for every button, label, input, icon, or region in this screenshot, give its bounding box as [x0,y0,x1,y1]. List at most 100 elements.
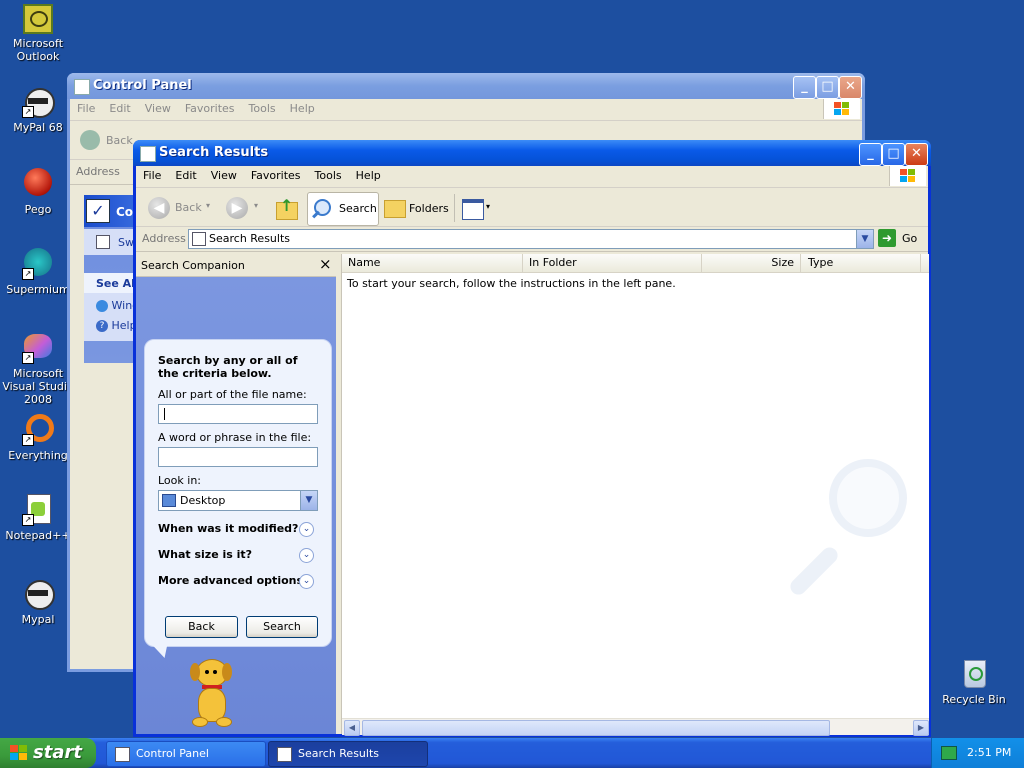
close-button[interactable]: ✕ [905,143,928,166]
menu-edit[interactable]: Edit [168,166,203,182]
desktop-icon-notepadpp[interactable]: ↗ Notepad++ [0,494,76,542]
taskbar-item-control-panel[interactable]: Control Panel [106,741,266,767]
results-pane[interactable]: Name In Folder Size Type D To start your… [341,254,929,736]
look-in-label: Look in: [158,474,201,487]
supermium-icon: ↗ [22,248,54,280]
option-date-modified[interactable]: When was it modified? ⌄ [158,522,318,538]
menu-tools[interactable]: Tools [308,166,349,182]
search-titlebar[interactable]: Search Results _ □ ✕ [133,140,931,166]
menu-favorites[interactable]: Favorites [178,99,242,115]
option-advanced[interactable]: More advanced options ⌄ [158,574,318,590]
close-button[interactable]: ✕ [839,76,862,99]
forward-button[interactable]: ▶ ▾ [224,196,264,220]
windows-logo [889,166,926,186]
column-size[interactable]: Size [702,254,801,272]
maximize-button[interactable]: □ [882,143,905,166]
control-panel-checkmark-icon: ✓ [86,199,110,223]
pego-icon [22,168,54,200]
menu-tools[interactable]: Tools [242,99,283,115]
desktop-icon-label: Everything [8,449,68,462]
go-button[interactable]: ➜ Go [878,229,922,247]
menu-view[interactable]: View [138,99,178,115]
desktop-icon-pego[interactable]: Pego [0,168,76,216]
scroll-thumb[interactable] [362,720,830,736]
switch-view-icon [96,235,110,249]
file-name-input[interactable] [158,404,318,424]
desktop-icon-label: Microsoft Outlook [12,37,64,63]
menu-file[interactable]: File [136,166,168,182]
maximize-button[interactable]: □ [816,76,839,99]
column-type[interactable]: Type [802,254,921,272]
look-in-select[interactable]: Desktop ▼ [158,490,318,511]
phrase-label: A word or phrase in the file: [158,431,312,444]
menu-view[interactable]: View [204,166,244,182]
windows-flag-icon [10,745,28,761]
desktop-icon-visual-studio[interactable]: ↗ Microsoft Visual Studio 2008 [0,332,76,406]
column-date[interactable]: D [922,254,929,272]
expand-chevron-icon: ⌄ [299,522,314,537]
search-toolbar-button[interactable]: Search [307,192,379,226]
desktop-icon-outlook[interactable]: Microsoft Outlook [0,4,76,63]
menu-file[interactable]: File [70,99,102,115]
desktop-icon-label: Pego [24,203,52,216]
companion-back-button[interactable]: Back [165,616,238,638]
clock[interactable]: 2:51 PM [967,746,1011,759]
look-in-dropdown-icon[interactable]: ▼ [300,491,317,510]
up-folder-button[interactable]: ↑ [274,196,298,220]
desktop-icon [162,494,176,507]
back-button[interactable]: ◀ Back ▾ [144,196,214,220]
horizontal-scrollbar[interactable]: ◀ ▶ [342,718,929,736]
back-button[interactable]: Back [106,134,133,147]
desktop-icon-everything[interactable]: ↗ Everything [0,414,76,462]
address-label: Address [76,165,120,178]
desktop-icon-label: Recycle Bin [942,693,1006,706]
mypal-icon [22,578,55,610]
back-icon [80,130,100,150]
windows-logo [823,99,860,119]
menu-favorites[interactable]: Favorites [244,166,308,182]
desktop-icon-label: MyPal 68 [13,121,63,134]
back-arrow-icon: ◀ [148,197,170,219]
menu-edit[interactable]: Edit [102,99,137,115]
results-column-header: Name In Folder Size Type D [342,254,929,273]
search-results-window-icon [140,146,156,162]
search-watermark-icon [784,459,907,609]
column-in-folder[interactable]: In Folder [523,254,702,272]
minimize-button[interactable]: _ [859,143,882,166]
start-button[interactable]: start [0,738,96,768]
search-companion-pane: Search by any or all of the criteria bel… [136,277,336,734]
desktop-icon-label: Notepad++ [5,529,71,542]
companion-close-icon[interactable]: × [319,255,332,273]
help-icon: ? [96,320,108,332]
visual-studio-icon: ↗ [22,332,54,364]
desktop-icon-supermium[interactable]: ↗ Supermium [0,248,76,296]
file-name-label: All or part of the file name: [158,388,307,401]
scroll-right-button[interactable]: ▶ [913,720,929,736]
control-panel-icon [74,79,90,95]
companion-search-button[interactable]: Search [246,616,318,638]
desktop-icon-mypal[interactable]: Mypal [0,578,76,626]
search-assistant-dog-icon[interactable] [188,657,244,733]
control-panel-titlebar[interactable]: Control Panel _ □ ✕ [67,73,865,99]
back-dropdown-icon: ▾ [206,201,211,210]
desktop-icon-recycle-bin[interactable]: Recycle Bin [936,658,1012,706]
menu-help[interactable]: Help [349,166,388,182]
address-input[interactable]: Search Results ▼ [188,229,874,249]
network-tray-icon[interactable] [941,746,957,760]
desktop-icon-label: Supermium [6,283,70,296]
phrase-input[interactable] [158,447,318,467]
option-size[interactable]: What size is it? ⌄ [158,548,318,564]
menu-help[interactable]: Help [283,99,322,115]
desktop-icon-mypal68[interactable]: ↗ MyPal 68 [0,86,76,134]
address-dropdown-icon[interactable]: ▼ [856,230,873,248]
folders-button[interactable]: Folders [382,196,449,220]
column-name[interactable]: Name [342,254,523,272]
minimize-button[interactable]: _ [793,76,816,99]
recycle-bin-icon [958,658,990,690]
views-button[interactable]: ▾ [460,196,496,220]
address-label: Address [142,232,186,245]
everything-icon: ↗ [22,414,54,446]
search-results-window[interactable]: Search Results _ □ ✕ File Edit View Favorit… [133,140,931,737]
scroll-left-button[interactable]: ◀ [344,720,360,736]
taskbar-item-search-results[interactable]: Search Results [268,741,428,767]
